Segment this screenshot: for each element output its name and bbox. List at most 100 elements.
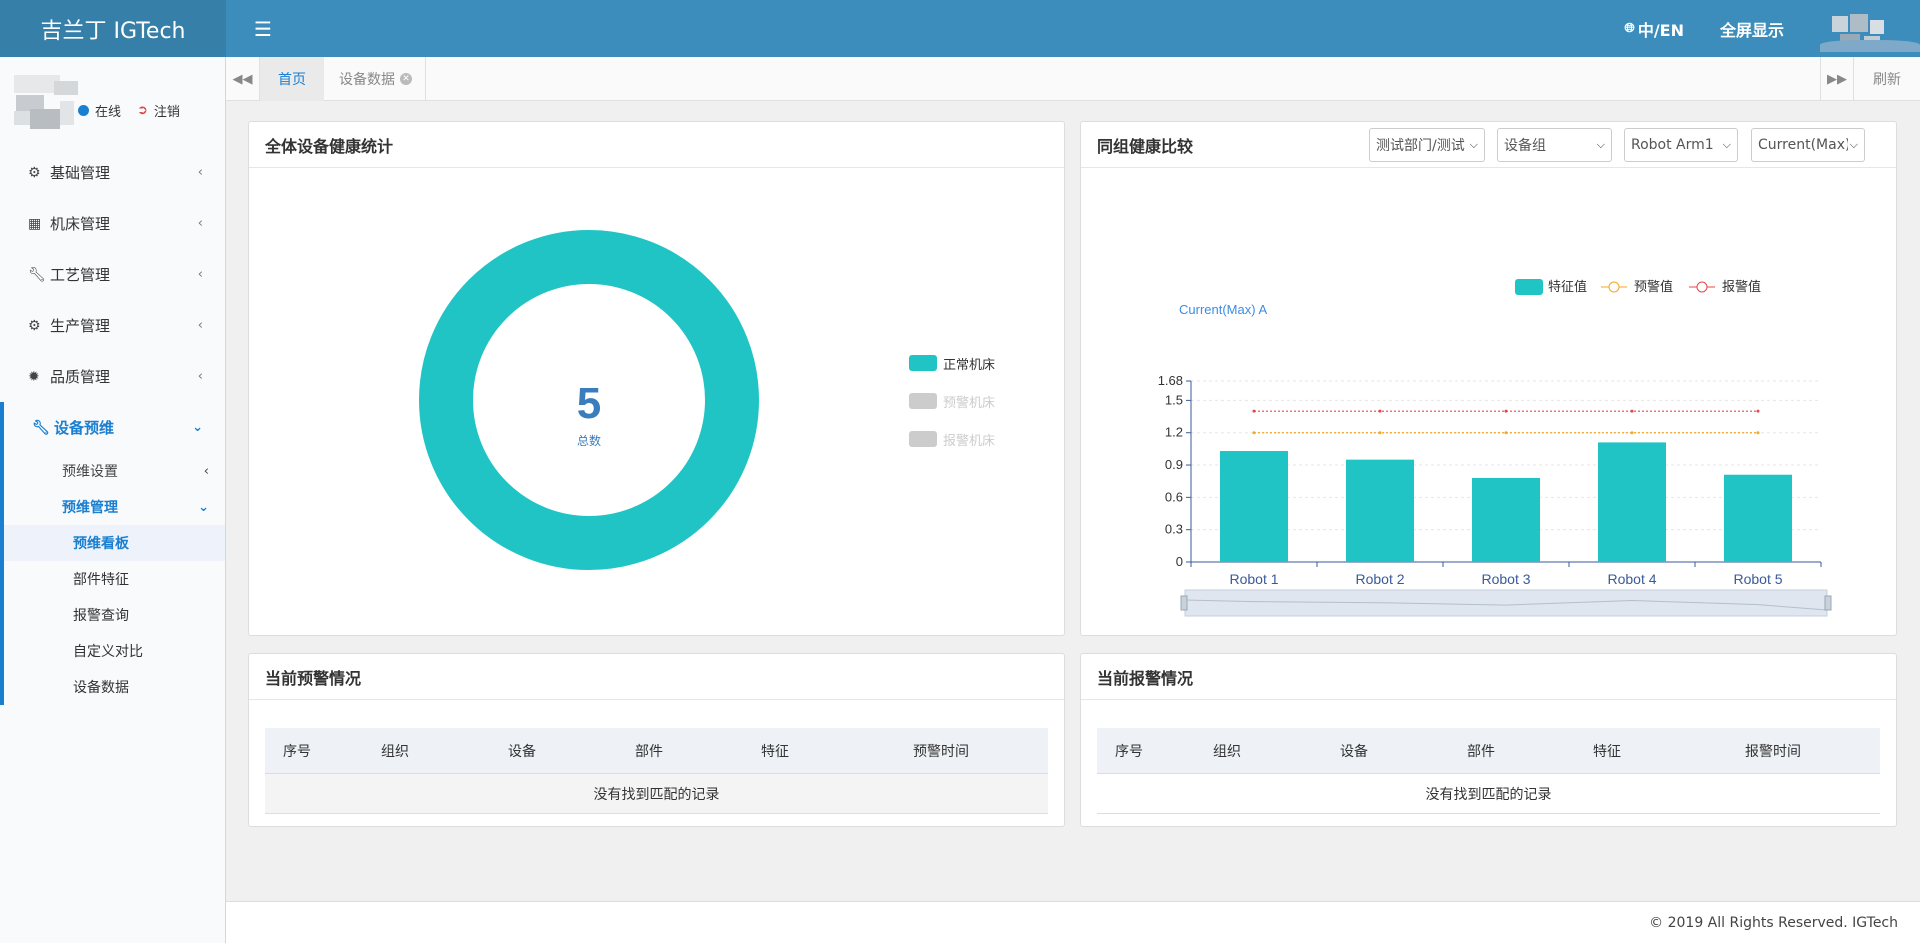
menu-leaf-device-data[interactable]: 设备数据 (4, 669, 225, 705)
menu-leaf-custom-compare[interactable]: 自定义对比 (4, 633, 225, 669)
datazoom-left-handle[interactable] (1180, 595, 1188, 611)
donut-total-value: 5 (577, 379, 601, 428)
chevron-down-icon: ⌄ (198, 499, 209, 515)
language-switch[interactable]: 🌐︎ 中/EN (1624, 17, 1684, 41)
column-header[interactable]: 部件 (1467, 741, 1495, 761)
chevron-left-icon: ‹ (197, 369, 203, 384)
menu-leaf-part-features[interactable]: 部件特征 (4, 561, 225, 597)
alarm-point[interactable] (1756, 409, 1760, 413)
column-header[interactable]: 组织 (1213, 741, 1241, 761)
logout-link[interactable]: 注销 (154, 101, 180, 120)
column-header[interactable]: 预警时间 (913, 741, 969, 761)
chevron-left-icon: ‹ (197, 216, 203, 231)
warning-point[interactable] (1630, 431, 1634, 435)
legend-swatch-feature[interactable] (1515, 279, 1543, 295)
legend-swatch (909, 393, 937, 409)
chevron-left-icon: ‹ (197, 267, 203, 282)
legend-item-normal[interactable]: 正常机床 (909, 344, 995, 382)
tab-device-data[interactable]: 设备数据 ✕ (326, 57, 426, 101)
user-status: 在线 ➲ 注销 (78, 101, 180, 120)
health-stats-panel: 全体设备健康统计 5 总数 正常机床 预警机床 报警机床 (248, 121, 1065, 636)
logout-icon[interactable]: ➲ (137, 103, 148, 118)
datazoom-slider[interactable] (1184, 589, 1828, 617)
menu-leaf-dashboard[interactable]: 预维看板 (4, 525, 225, 561)
submenu-item-settings[interactable]: 预维设置 ‹ (4, 453, 225, 489)
y-tick-label: 0 (1176, 554, 1183, 569)
app-logo[interactable]: 吉兰丁 IGTech (0, 0, 226, 57)
legend-item-warning[interactable]: 预警机床 (909, 382, 995, 420)
device-group-select[interactable]: 设备组 ⌵ (1497, 128, 1612, 162)
bar-robot-1[interactable] (1220, 451, 1288, 562)
bar-robot-3[interactable] (1472, 477, 1540, 562)
x-tick-label: Robot 3 (1481, 571, 1530, 587)
column-header[interactable]: 部件 (635, 741, 663, 761)
feature-select[interactable]: Current(Max) ⌵ (1751, 128, 1865, 162)
submenu-item-management[interactable]: 预维管理 ⌄ (4, 489, 225, 525)
column-header[interactable]: 设备 (508, 741, 536, 761)
bar-robot-5[interactable] (1724, 474, 1792, 562)
warning-table: 序号 组织 设备 部件 特征 预警时间 没有找到匹配的记录 (265, 728, 1048, 814)
menu-leaf-label: 设备数据 (73, 680, 129, 696)
column-header[interactable]: 序号 (283, 741, 311, 761)
maintenance-submenu: 预维设置 ‹ 预维管理 ⌄ 预维看板 部件特征 报警查询 自定义对比 设备数据 (0, 453, 225, 705)
column-header[interactable]: 报警时间 (1745, 741, 1801, 761)
device-select[interactable]: Robot Arm1 ⌵ (1624, 128, 1738, 162)
wrench-icon: 🔧︎ (32, 419, 50, 436)
sidebar-item-maintenance[interactable]: 🔧︎ 设备预维 ⌄ (0, 402, 225, 453)
chevron-left-icon: ‹ (203, 463, 209, 479)
legend-label-warning: 预警值 (1634, 279, 1673, 295)
alarm-table: 序号 组织 设备 部件 特征 报警时间 没有找到匹配的记录 (1097, 728, 1880, 814)
certificate-icon: ✹ (28, 368, 40, 385)
warning-point[interactable] (1756, 431, 1760, 435)
bar-robot-2[interactable] (1346, 459, 1414, 562)
wrench-icon: 🔧︎ (28, 266, 46, 283)
sidebar-item-quality[interactable]: ✹ 品质管理 ‹ (0, 351, 225, 402)
column-header[interactable]: 序号 (1115, 741, 1143, 761)
panel-header: 同组健康比较 测试部门/测试 ⌵ 设备组 ⌵ Robot Arm1 ⌵ Curr… (1081, 122, 1896, 168)
menu-leaf-label: 报警查询 (73, 608, 129, 624)
fullscreen-button[interactable]: 全屏显示 (1720, 17, 1784, 41)
globe-icon: 🌐︎ (1624, 21, 1635, 36)
sidebar-item-production[interactable]: ⚙ 生产管理 ‹ (0, 300, 225, 351)
refresh-button[interactable]: 刷新 (1854, 57, 1920, 101)
avatar (14, 75, 78, 135)
column-header[interactable]: 特征 (761, 741, 789, 761)
alarm-point[interactable] (1504, 409, 1508, 413)
sidebar-item-process[interactable]: 🔧︎ 工艺管理 ‹ (0, 249, 225, 300)
alarm-point[interactable] (1378, 409, 1382, 413)
sidebar-item-label: 基础管理 (50, 164, 111, 182)
warning-point[interactable] (1504, 431, 1508, 435)
warning-point[interactable] (1378, 431, 1382, 435)
submenu-item-label: 预维管理 (62, 500, 118, 516)
close-icon[interactable]: ✕ (400, 73, 412, 85)
menu-leaf-alarm-query[interactable]: 报警查询 (4, 597, 225, 633)
sidebar-item-machine[interactable]: ▦ 机床管理 ‹ (0, 198, 225, 249)
column-header[interactable]: 特征 (1593, 741, 1621, 761)
column-header[interactable]: 设备 (1340, 741, 1368, 761)
column-header[interactable]: 组织 (381, 741, 409, 761)
select-value: 测试部门/测试 (1376, 138, 1465, 154)
legend-item-alarm[interactable]: 报警机床 (909, 420, 995, 458)
tab-bar: ◀◀ 首页 设备数据 ✕ ▶▶ 刷新 (226, 57, 1920, 101)
chevron-down-icon: ⌵ (1467, 138, 1478, 152)
legend-label: 正常机床 (943, 357, 996, 373)
y-tick-label: 1.5 (1165, 392, 1183, 407)
user-avatar[interactable] (1820, 0, 1920, 57)
y-tick-label: 0.3 (1165, 522, 1183, 537)
warning-point[interactable] (1252, 431, 1256, 435)
tab-home[interactable]: 首页 (260, 57, 324, 101)
bar-robot-4[interactable] (1598, 442, 1666, 562)
chevron-down-icon: ⌵ (1720, 138, 1731, 152)
sidebar-item-label: 设备预维 (54, 419, 115, 437)
alarm-point[interactable] (1630, 409, 1634, 413)
legend-label-alarm: 报警值 (1722, 279, 1761, 295)
department-select[interactable]: 测试部门/测试 ⌵ (1369, 128, 1485, 162)
menu-toggle-icon[interactable]: ☰ (254, 17, 272, 41)
legend-swatch (909, 355, 937, 371)
tab-scroll-left-icon[interactable]: ◀◀ (226, 57, 260, 101)
sidebar-item-basic[interactable]: ⚙ 基础管理 ‹ (0, 147, 225, 198)
alarm-point[interactable] (1252, 409, 1256, 413)
datazoom-right-handle[interactable] (1824, 595, 1832, 611)
y-tick-label: 1.2 (1165, 425, 1183, 440)
tab-scroll-right-icon[interactable]: ▶▶ (1820, 57, 1854, 101)
